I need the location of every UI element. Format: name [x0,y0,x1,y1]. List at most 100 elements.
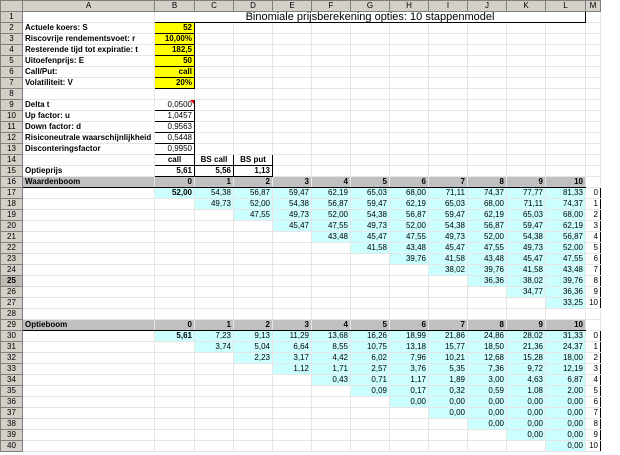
param-value[interactable]: 0,9950 [154,143,195,155]
tree-node[interactable]: 68,00 [389,187,429,199]
empty-cell[interactable] [194,385,234,397]
empty-cell[interactable] [389,440,429,452]
empty-cell[interactable] [506,22,546,34]
empty-cell[interactable] [311,77,351,89]
empty-cell[interactable] [311,286,351,298]
tree-node[interactable]: 12,19 [545,363,586,375]
tree-node[interactable]: 81,33 [545,187,586,199]
tree-node[interactable]: 52,00 [154,187,195,199]
empty-cell[interactable] [428,286,468,298]
tree-node[interactable]: 3,17 [272,352,312,364]
tree-node[interactable]: 62,19 [467,209,507,221]
sheet-title[interactable]: Binomiale prijsberekening opties: 10 sta… [154,11,586,23]
empty-cell[interactable] [22,88,155,100]
empty-cell[interactable] [154,385,195,397]
empty-cell[interactable] [389,66,429,78]
step-header[interactable]: 0 [154,319,195,331]
empty-cell[interactable] [311,242,351,254]
tree-node[interactable]: 0,17 [389,385,429,397]
empty-cell[interactable] [22,418,155,430]
column-header-m[interactable]: M [585,0,601,12]
empty-cell[interactable] [22,198,155,210]
empty-cell[interactable] [154,418,195,430]
empty-cell[interactable] [272,132,312,144]
empty-cell[interactable] [350,308,390,320]
empty-cell[interactable] [467,33,507,45]
empty-cell[interactable] [389,418,429,430]
row-header-35[interactable]: 35 [0,385,23,397]
tree-node[interactable]: 47,55 [545,253,586,265]
empty-cell[interactable] [506,165,546,177]
empty-cell[interactable] [22,330,155,342]
empty-cell[interactable] [585,77,601,89]
empty-cell[interactable] [272,22,312,34]
step-header[interactable]: 4 [311,176,351,188]
tree-node[interactable]: 39,76 [467,264,507,276]
empty-cell[interactable] [311,297,351,309]
row-header-25[interactable]: 25 [0,275,23,287]
row-header-12[interactable]: 12 [0,132,23,144]
node-index[interactable]: 1 [585,198,601,210]
tree-node[interactable]: 1,71 [311,363,351,375]
tree-node[interactable]: 71,11 [428,187,468,199]
row-header-15[interactable]: 15 [0,165,23,177]
row-header-27[interactable]: 27 [0,297,23,309]
empty-cell[interactable] [428,121,468,133]
empty-cell[interactable] [233,220,273,232]
node-index[interactable]: 8 [585,418,601,430]
input-value[interactable]: 10,00% [154,33,195,45]
tree-node[interactable]: 49,73 [506,242,546,254]
input-label[interactable]: Riscovrije rendementsvoet: r [22,33,155,45]
tree-node[interactable]: 54,38 [506,231,546,243]
empty-cell[interactable] [585,154,601,166]
node-index[interactable]: 4 [585,231,601,243]
tree-node[interactable]: 16,26 [350,330,390,342]
tree-node[interactable]: 28,02 [506,330,546,342]
empty-cell[interactable] [311,264,351,276]
node-index[interactable]: 0 [585,187,601,199]
select-all-corner[interactable] [0,0,23,12]
tree-node[interactable]: 47,55 [311,220,351,232]
empty-cell[interactable] [467,297,507,309]
empty-cell[interactable] [272,429,312,441]
tree-node[interactable]: 2,23 [233,352,273,364]
price-header-bs-call[interactable]: BS call [194,154,234,166]
empty-cell[interactable] [272,99,312,111]
empty-cell[interactable] [350,396,390,408]
empty-cell[interactable] [272,418,312,430]
tree-node[interactable]: 47,55 [233,209,273,221]
empty-cell[interactable] [467,110,507,122]
tree-node[interactable]: 52,00 [545,242,586,254]
tree-node[interactable]: 52,00 [467,231,507,243]
tree-node[interactable]: 36,36 [545,286,586,298]
empty-cell[interactable] [545,99,586,111]
input-value[interactable]: 182,5 [154,44,195,56]
empty-cell[interactable] [585,121,601,133]
tree-node[interactable]: 7,96 [389,352,429,364]
empty-cell[interactable] [389,132,429,144]
empty-cell[interactable] [428,429,468,441]
empty-cell[interactable] [428,33,468,45]
empty-cell[interactable] [22,154,155,166]
empty-cell[interactable] [233,121,273,133]
empty-cell[interactable] [428,297,468,309]
empty-cell[interactable] [233,88,273,100]
node-index[interactable]: 6 [585,396,601,408]
empty-cell[interactable] [350,253,390,265]
empty-cell[interactable] [194,440,234,452]
node-index[interactable]: 9 [585,286,601,298]
empty-cell[interactable] [506,132,546,144]
empty-cell[interactable] [428,308,468,320]
tree-node[interactable]: 68,00 [545,209,586,221]
tree-node[interactable]: 49,73 [428,231,468,243]
param-label[interactable]: Disconteringsfactor [22,143,155,155]
empty-cell[interactable] [350,22,390,34]
empty-cell[interactable] [506,110,546,122]
node-index[interactable]: 5 [585,242,601,254]
empty-cell[interactable] [22,297,155,309]
empty-cell[interactable] [585,88,601,100]
row-header-9[interactable]: 9 [0,99,23,111]
tree-node[interactable]: 41,58 [506,264,546,276]
param-value[interactable]: 0,9563 [154,121,195,133]
empty-cell[interactable] [428,22,468,34]
